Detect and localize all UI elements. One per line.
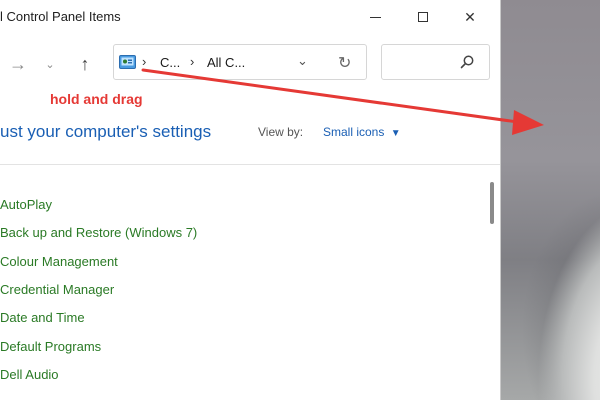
address-dropdown-icon[interactable]: ⌄: [297, 53, 308, 69]
close-icon: ✕: [464, 8, 476, 25]
up-button[interactable]: ↑: [72, 44, 98, 84]
refresh-icon[interactable]: ↻: [338, 53, 351, 73]
list-item-date-time[interactable]: Date and Time: [0, 310, 85, 325]
search-box[interactable]: [381, 44, 490, 80]
breadcrumb-all-items[interactable]: All C...: [207, 55, 245, 70]
close-button[interactable]: ✕: [447, 0, 493, 34]
recent-locations-button[interactable]: ⌄: [40, 44, 60, 84]
page-heading: ust your computer's settings: [0, 122, 212, 141]
breadcrumb-separator-icon: ›: [190, 54, 195, 69]
annotation-label: hold and drag: [50, 91, 143, 107]
forward-button[interactable]: →: [6, 44, 30, 84]
minimize-button[interactable]: [352, 0, 398, 34]
window-title: l Control Panel Items: [0, 9, 121, 24]
chevron-down-icon: ⌄: [45, 58, 55, 71]
address-bar[interactable]: › C... › All C... ⌄ ↻: [113, 44, 367, 80]
control-panel-icon[interactable]: [119, 55, 136, 69]
search-icon: [460, 55, 474, 69]
maximize-button[interactable]: [400, 0, 446, 34]
title-bar: l Control Panel Items ✕: [0, 0, 500, 34]
breadcrumb-separator-icon: ›: [142, 54, 147, 69]
divider: [0, 164, 500, 165]
forward-arrow-icon: →: [9, 53, 27, 74]
breadcrumb-control-panel[interactable]: C...: [160, 55, 180, 70]
list-item-dell-audio[interactable]: Dell Audio: [0, 367, 59, 382]
minimize-icon: [369, 16, 381, 18]
list-item-autoplay[interactable]: AutoPlay: [0, 197, 52, 212]
up-arrow-icon: ↑: [80, 53, 90, 74]
desktop-wallpaper: [500, 0, 600, 400]
control-panel-window: l Control Panel Items ✕ → ⌄ ↑ › C... › A…: [0, 0, 501, 400]
list-item-credential-manager[interactable]: Credential Manager: [0, 282, 114, 297]
view-by-value: Small icons: [323, 125, 385, 139]
view-by-dropdown[interactable]: Small icons ▼: [323, 125, 401, 139]
list-item-colour-management[interactable]: Colour Management: [0, 254, 118, 269]
list-item-backup-restore[interactable]: Back up and Restore (Windows 7): [0, 225, 197, 240]
view-by-label: View by:: [258, 125, 304, 139]
list-item-default-programs[interactable]: Default Programs: [0, 339, 101, 354]
maximize-icon: [418, 12, 428, 22]
caret-down-icon: ▼: [390, 128, 401, 139]
vertical-scrollbar[interactable]: [490, 182, 494, 224]
